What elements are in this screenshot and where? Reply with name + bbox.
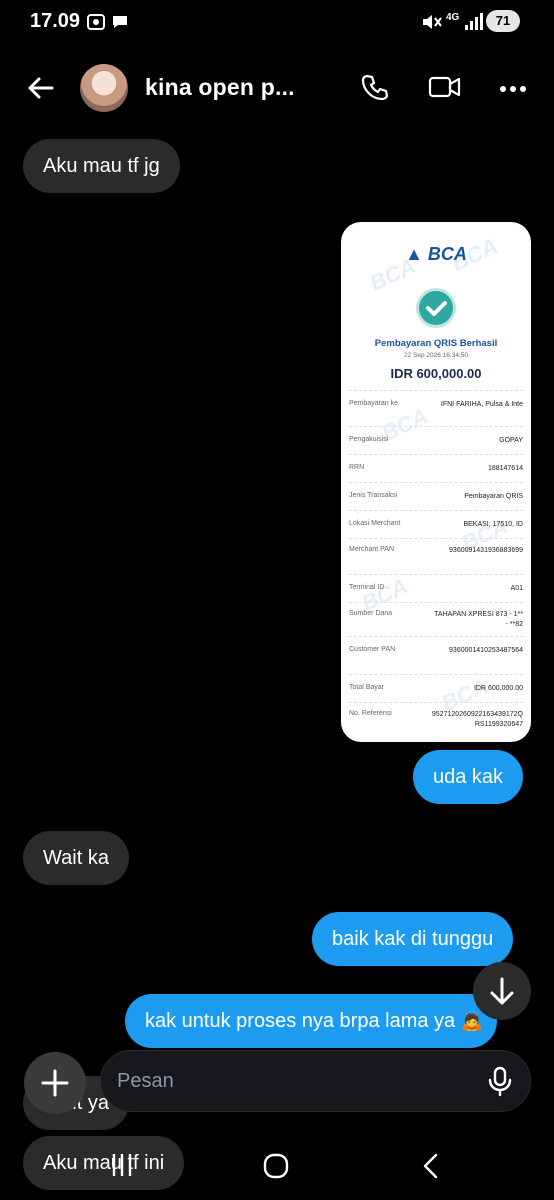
message-input[interactable]: Pesan	[100, 1050, 531, 1112]
receipt-image-message[interactable]: BCA BCA BCA BCA BCA BCA ▲ BCA Pembayaran…	[341, 222, 531, 742]
back-arrow-icon[interactable]	[24, 72, 56, 104]
nav-back-icon[interactable]	[418, 1152, 444, 1185]
conversation-title[interactable]: kina open p...	[145, 74, 295, 101]
recent-apps-icon[interactable]	[108, 1152, 136, 1183]
message-received[interactable]: Aku mau tf jg	[23, 139, 180, 193]
system-navigation-bar	[0, 1140, 554, 1200]
avatar[interactable]	[80, 64, 128, 112]
phone-icon[interactable]	[360, 72, 390, 107]
home-icon[interactable]	[262, 1152, 290, 1185]
scroll-to-bottom-button[interactable]	[473, 962, 531, 1020]
add-attachment-button[interactable]	[24, 1052, 86, 1114]
screenshot-icon	[86, 12, 106, 37]
video-icon[interactable]	[428, 72, 462, 107]
network-type: 4G	[446, 12, 460, 23]
message-text: kak untuk proses nya brpa lama ya	[145, 1010, 456, 1032]
bca-logo-icon: ▲	[405, 244, 423, 264]
more-icon[interactable]	[498, 74, 528, 109]
mute-icon	[420, 12, 442, 37]
status-bar: 17.09 4G 71	[0, 0, 554, 44]
signal-icon	[464, 12, 484, 37]
status-time: 17.09	[30, 10, 81, 32]
arrow-down-icon	[490, 977, 514, 1005]
success-check-icon	[416, 288, 456, 328]
message-input-placeholder: Pesan	[117, 1070, 174, 1092]
chat-header: kina open p...	[0, 60, 554, 116]
battery-indicator: 71	[486, 10, 520, 32]
receipt-amount: IDR 600,000.00	[390, 366, 482, 381]
plus-icon	[41, 1069, 69, 1097]
bank-logo: ▲ BCA	[405, 244, 467, 264]
message-sent[interactable]: uda kak	[413, 750, 524, 804]
receipt-title: Pembayaran QRIS Berhasil	[374, 338, 498, 349]
message-sent[interactable]: kak untuk proses nya brpa lama ya 🙇	[125, 994, 498, 1048]
microphone-icon[interactable]	[484, 1065, 516, 1097]
message-received[interactable]: Wait ka	[23, 831, 129, 885]
message-sent[interactable]: baik kak di tunggu	[312, 912, 514, 966]
receipt-date: 22 Sep 2026 16:34:50	[404, 352, 468, 359]
chat-bubble-icon	[110, 12, 130, 37]
